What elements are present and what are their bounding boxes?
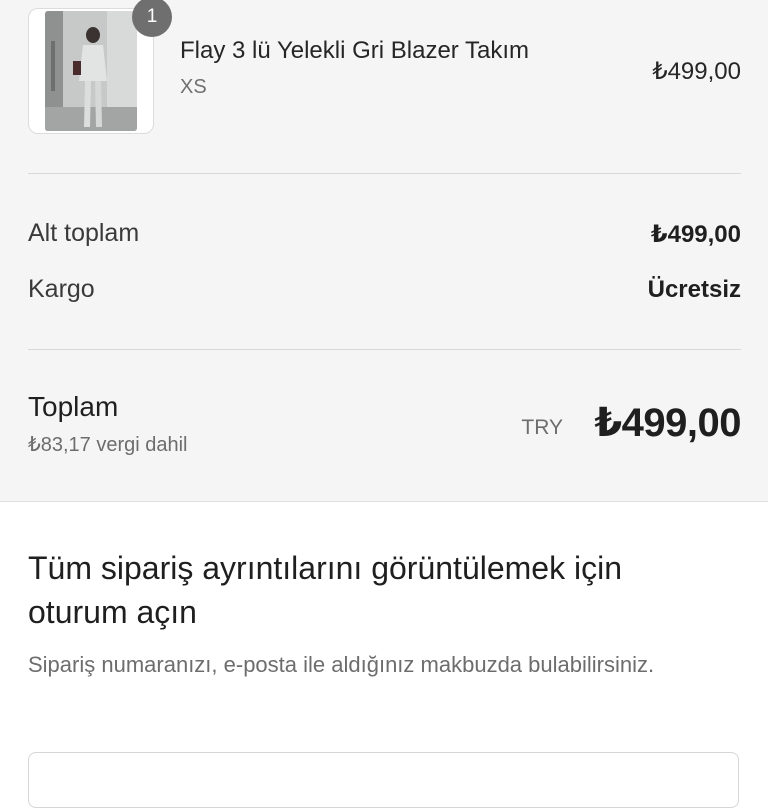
- product-photo-icon: [45, 11, 137, 131]
- divider: [28, 173, 741, 174]
- product-variant: XS: [180, 76, 207, 98]
- tax-note: ₺83,17 vergi dahil: [28, 434, 188, 456]
- total-label: Toplam: [28, 391, 119, 422]
- shipping-label: Kargo: [28, 275, 95, 303]
- divider: [28, 349, 741, 350]
- product-thumbnail-frame: 1: [28, 0, 172, 134]
- quantity-badge: 1: [132, 0, 172, 37]
- shipping-value: Ücretsiz: [647, 276, 741, 303]
- line-item: 1 Flay 3 lü Yelekli Gri Blazer Takım XS …: [28, 0, 741, 174]
- product-image: [45, 11, 137, 131]
- currency-code: TRY: [521, 416, 563, 439]
- login-prompt-subtitle: Sipariş numaranızı, e-posta ile aldığını…: [28, 652, 655, 677]
- subtotal-value: ₺499,00: [650, 221, 741, 248]
- product-title: Flay 3 lü Yelekli Gri Blazer Takım: [180, 37, 530, 64]
- order-summary-panel: 1 Flay 3 lü Yelekli Gri Blazer Takım XS …: [0, 0, 768, 502]
- subtotal-label: Alt toplam: [28, 219, 140, 247]
- total-value: ₺499,00: [594, 401, 741, 445]
- email-input-field[interactable]: [28, 752, 739, 808]
- product-price: ₺499,00: [652, 58, 741, 85]
- login-prompt-title: Tüm sipariş ayrıntılarını görüntülemek i…: [28, 550, 622, 630]
